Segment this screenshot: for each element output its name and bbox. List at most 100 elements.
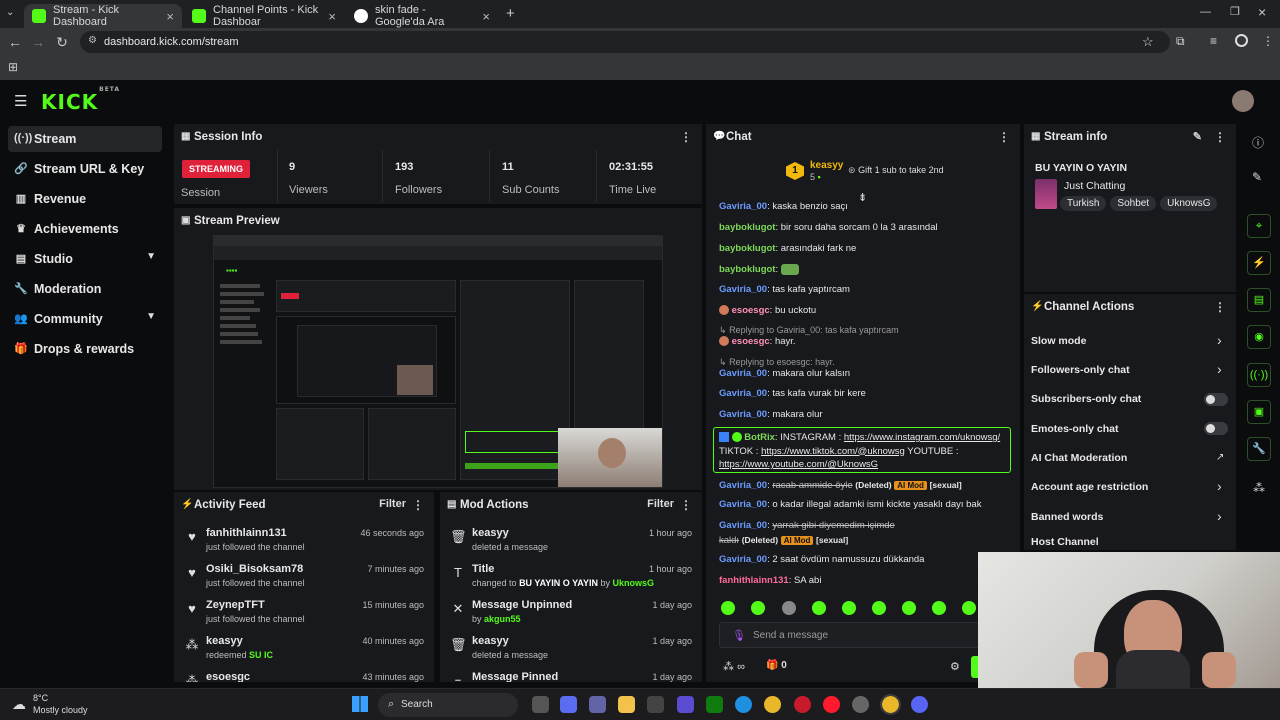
weather-cloud-icon[interactable]: ☁ [12, 696, 26, 713]
activity-row[interactable]: ⁂ keasyy redeemed SU IC 40 minutes ago [174, 631, 434, 667]
chat-username[interactable]: fanhithlainn131 [719, 575, 789, 586]
edit-icon[interactable]: ✎ [1193, 130, 1202, 143]
reload-icon[interactable]: ↻ [52, 34, 72, 51]
windows-start-icon[interactable] [352, 696, 368, 712]
chat-username[interactable]: Gaviria_00 [719, 368, 767, 379]
stream-preview-video[interactable]: ▪▪▪▪ [213, 235, 663, 488]
bot-message-highlight[interactable]: BotRix: INSTAGRAM : https://www.instagra… [713, 427, 1011, 473]
chat-username[interactable]: Gaviria_00 [719, 409, 767, 420]
chat-username[interactable]: Gaviria_00 [719, 201, 767, 212]
tab-stream-dashboard[interactable]: Stream - Kick Dashboard × [24, 4, 182, 28]
channel-points-display[interactable]: ⁂ ∞ [723, 660, 745, 673]
app-icon[interactable] [677, 696, 694, 713]
chevron-right-icon[interactable]: › [1217, 478, 1222, 494]
mod-row[interactable]: T Title changed to BU YAYIN O YAYIN by Ukn… [440, 559, 702, 595]
layout-icon[interactable]: ▣ [1247, 400, 1271, 424]
site-info-icon[interactable]: ⚙ [88, 35, 97, 46]
pinned-message-icon[interactable]: ⇟ [858, 191, 867, 204]
chat-reply-context[interactable]: ↳ Replying to Gaviria_00: tas kafa yaptı… [719, 324, 899, 336]
close-icon[interactable]: × [482, 9, 490, 24]
sidebar-item-revenue[interactable]: ▥ Revenue [8, 186, 162, 212]
tag-chip[interactable]: Turkish [1060, 196, 1107, 211]
obs-icon[interactable] [852, 696, 869, 713]
chrome-active-icon[interactable] [880, 694, 901, 715]
chat-message[interactable]: esoesgc: bu uckotu [719, 305, 816, 317]
opera-icon[interactable] [823, 696, 840, 713]
extensions-icon[interactable]: ⧉ [1176, 34, 1185, 49]
store-icon[interactable] [647, 696, 664, 713]
maximize-icon[interactable]: ❐ [1230, 5, 1240, 18]
chat-message[interactable]: Gaviria_00: tas kafa vurak bir kere [719, 388, 866, 400]
users-icon[interactable]: ⁂ [1253, 481, 1265, 495]
tab-search-icon[interactable]: ⌄ [6, 7, 14, 18]
broadcast-icon[interactable]: ((·)) [1247, 363, 1271, 387]
mod-row[interactable]: 🗑 keasyy deleted a message 1 hour ago [440, 523, 702, 559]
chat-message[interactable]: Gaviria_00: o kadar illegal adamki ismi … [719, 499, 981, 511]
chat-message[interactable]: esoesgc: hayr. [719, 336, 796, 348]
account-age-row[interactable]: Account age restriction [1031, 481, 1148, 493]
chrome-icon[interactable] [764, 696, 781, 713]
chevron-right-icon[interactable]: › [1217, 508, 1222, 524]
chat-username[interactable]: BotRix [744, 432, 775, 443]
minimize-icon[interactable]: — [1200, 6, 1211, 18]
emote-icon[interactable] [721, 601, 735, 615]
gift-sub-prompt[interactable]: ⊛ Gift 1 sub to take 2nd [848, 165, 944, 176]
opera-gx-icon[interactable] [794, 696, 811, 713]
chat-message[interactable]: Gaviria_00: makara olur [719, 409, 823, 421]
kick-logo[interactable]: KICKBETA [41, 86, 120, 114]
taskbar-search[interactable]: ⌕ Search [378, 693, 518, 717]
emote-icon[interactable] [932, 601, 946, 615]
chat-icon[interactable]: ◉ [1247, 325, 1271, 349]
chat-message[interactable]: Gaviria_00: racab ammide öyle (Deleted) … [719, 479, 962, 492]
browser-menu-icon[interactable]: ⋮ [1262, 34, 1274, 48]
sidebar-item-drops-rewards[interactable]: 🎁 Drops & rewards [8, 336, 162, 362]
instagram-link[interactable]: https://www.instagram.com/uknowsg/ [844, 432, 1000, 443]
tag-chip[interactable]: UknowsG [1160, 196, 1218, 211]
kebab-menu-icon[interactable]: ⋮ [998, 130, 1010, 144]
chat-username[interactable]: bayboklugot [719, 243, 775, 254]
host-channel-row[interactable]: Host Channel [1031, 536, 1099, 548]
emotes-only-toggle[interactable] [1204, 422, 1228, 435]
lightning-icon[interactable]: ⚡ [1247, 251, 1271, 275]
chat-message[interactable]: bayboklugot: bir soru daha sorcam 0 la 3… [719, 222, 938, 234]
file-explorer-icon[interactable] [618, 696, 635, 713]
scan-icon[interactable]: ⌖ [1247, 214, 1271, 238]
activity-row[interactable]: ♥ Osiki_Bisoksam78 just followed the chann… [174, 559, 434, 595]
avatar[interactable] [1232, 90, 1254, 112]
tab-google-search[interactable]: skin fade - Google'da Ara × [346, 4, 498, 28]
emote-icon[interactable] [812, 601, 826, 615]
chat-username[interactable]: Gaviria_00 [719, 480, 767, 491]
emote-icon[interactable] [751, 601, 765, 615]
discord-icon[interactable] [911, 696, 928, 713]
banned-words-row[interactable]: Banned words [1031, 511, 1103, 523]
subscribers-only-toggle[interactable] [1204, 393, 1228, 406]
sidebar-item-community[interactable]: 👥 Community ▼ [8, 306, 162, 332]
new-tab-icon[interactable]: + [506, 5, 515, 22]
tiktok-link[interactable]: https://www.tiktok.com/@uknowsg [761, 446, 905, 457]
kebab-menu-icon[interactable]: ⋮ [412, 498, 424, 512]
tab-channel-points[interactable]: Channel Points - Kick Dashboar × [184, 4, 344, 28]
activity-row[interactable]: ⁂ esoesgc 43 minutes ago [174, 667, 434, 682]
gift-counter[interactable]: 🎁 0 [766, 660, 787, 671]
back-icon[interactable]: ← [5, 34, 25, 50]
youtube-link[interactable]: https://www.youtube.com/@UknowsG [719, 459, 878, 470]
tag-chip[interactable]: Sohbet [1110, 196, 1157, 211]
sidebar-item-achievements[interactable]: ♛ Achievements [8, 216, 162, 242]
sidebar-item-stream[interactable]: ((·)) Stream [8, 126, 162, 152]
copilot-icon[interactable] [560, 696, 577, 713]
chat-message[interactable]: bayboklugot: [719, 264, 799, 276]
category-name[interactable]: Just Chatting [1064, 180, 1125, 192]
chat-username[interactable]: bayboklugot [719, 264, 775, 275]
filter-button[interactable]: Filter [647, 498, 674, 510]
chevron-right-icon[interactable]: › [1217, 332, 1222, 348]
emote-icon[interactable] [842, 601, 856, 615]
chat-message[interactable]: fanhithlainn131: SA abi [719, 575, 821, 587]
teams-icon[interactable] [589, 696, 606, 713]
apps-grid-icon[interactable]: ⊞ [8, 60, 18, 74]
chat-username[interactable]: esoesgc [732, 336, 770, 347]
ai-chat-moderation-row[interactable]: AI Chat Moderation [1031, 452, 1127, 464]
activity-row[interactable]: ♥ fanhithlainn131 just followed the channe… [174, 523, 434, 559]
external-link-icon[interactable]: ↗ [1216, 452, 1224, 463]
chat-message[interactable]: Gaviria_00: makara olur kalsın [719, 368, 850, 380]
chat-username[interactable]: Gaviria_00 [719, 554, 767, 565]
